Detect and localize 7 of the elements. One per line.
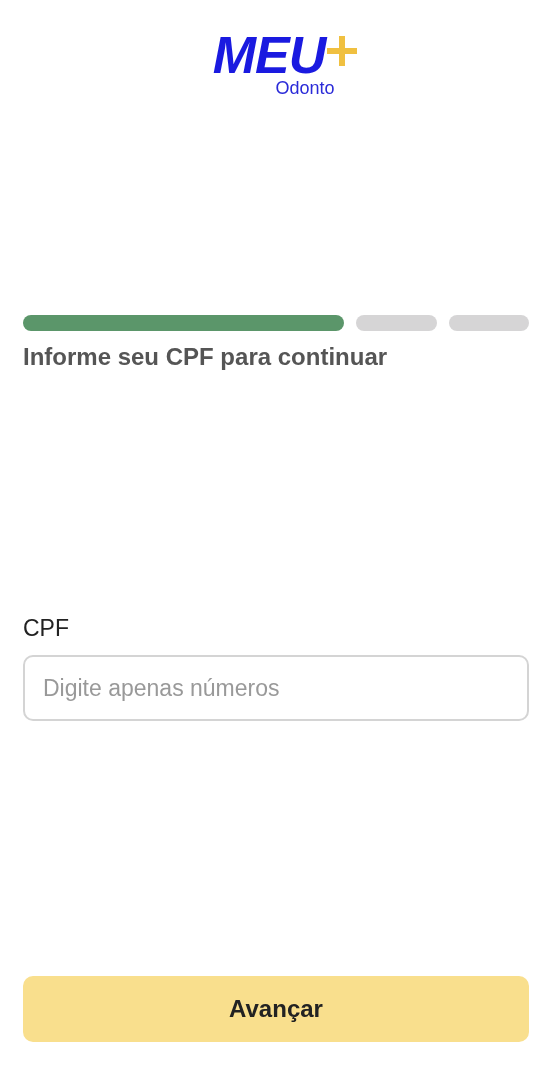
page-title: Informe seu CPF para continuar — [23, 343, 389, 371]
logo-subtitle: Odonto — [275, 78, 335, 98]
advance-button[interactable]: Avançar — [23, 976, 529, 1042]
field-label: CPF — [23, 615, 70, 642]
logo-wordmark: MEU — [212, 30, 326, 80]
cpf-input-field[interactable]: Digite apenas números — [23, 655, 529, 721]
plus-icon — [327, 36, 358, 66]
